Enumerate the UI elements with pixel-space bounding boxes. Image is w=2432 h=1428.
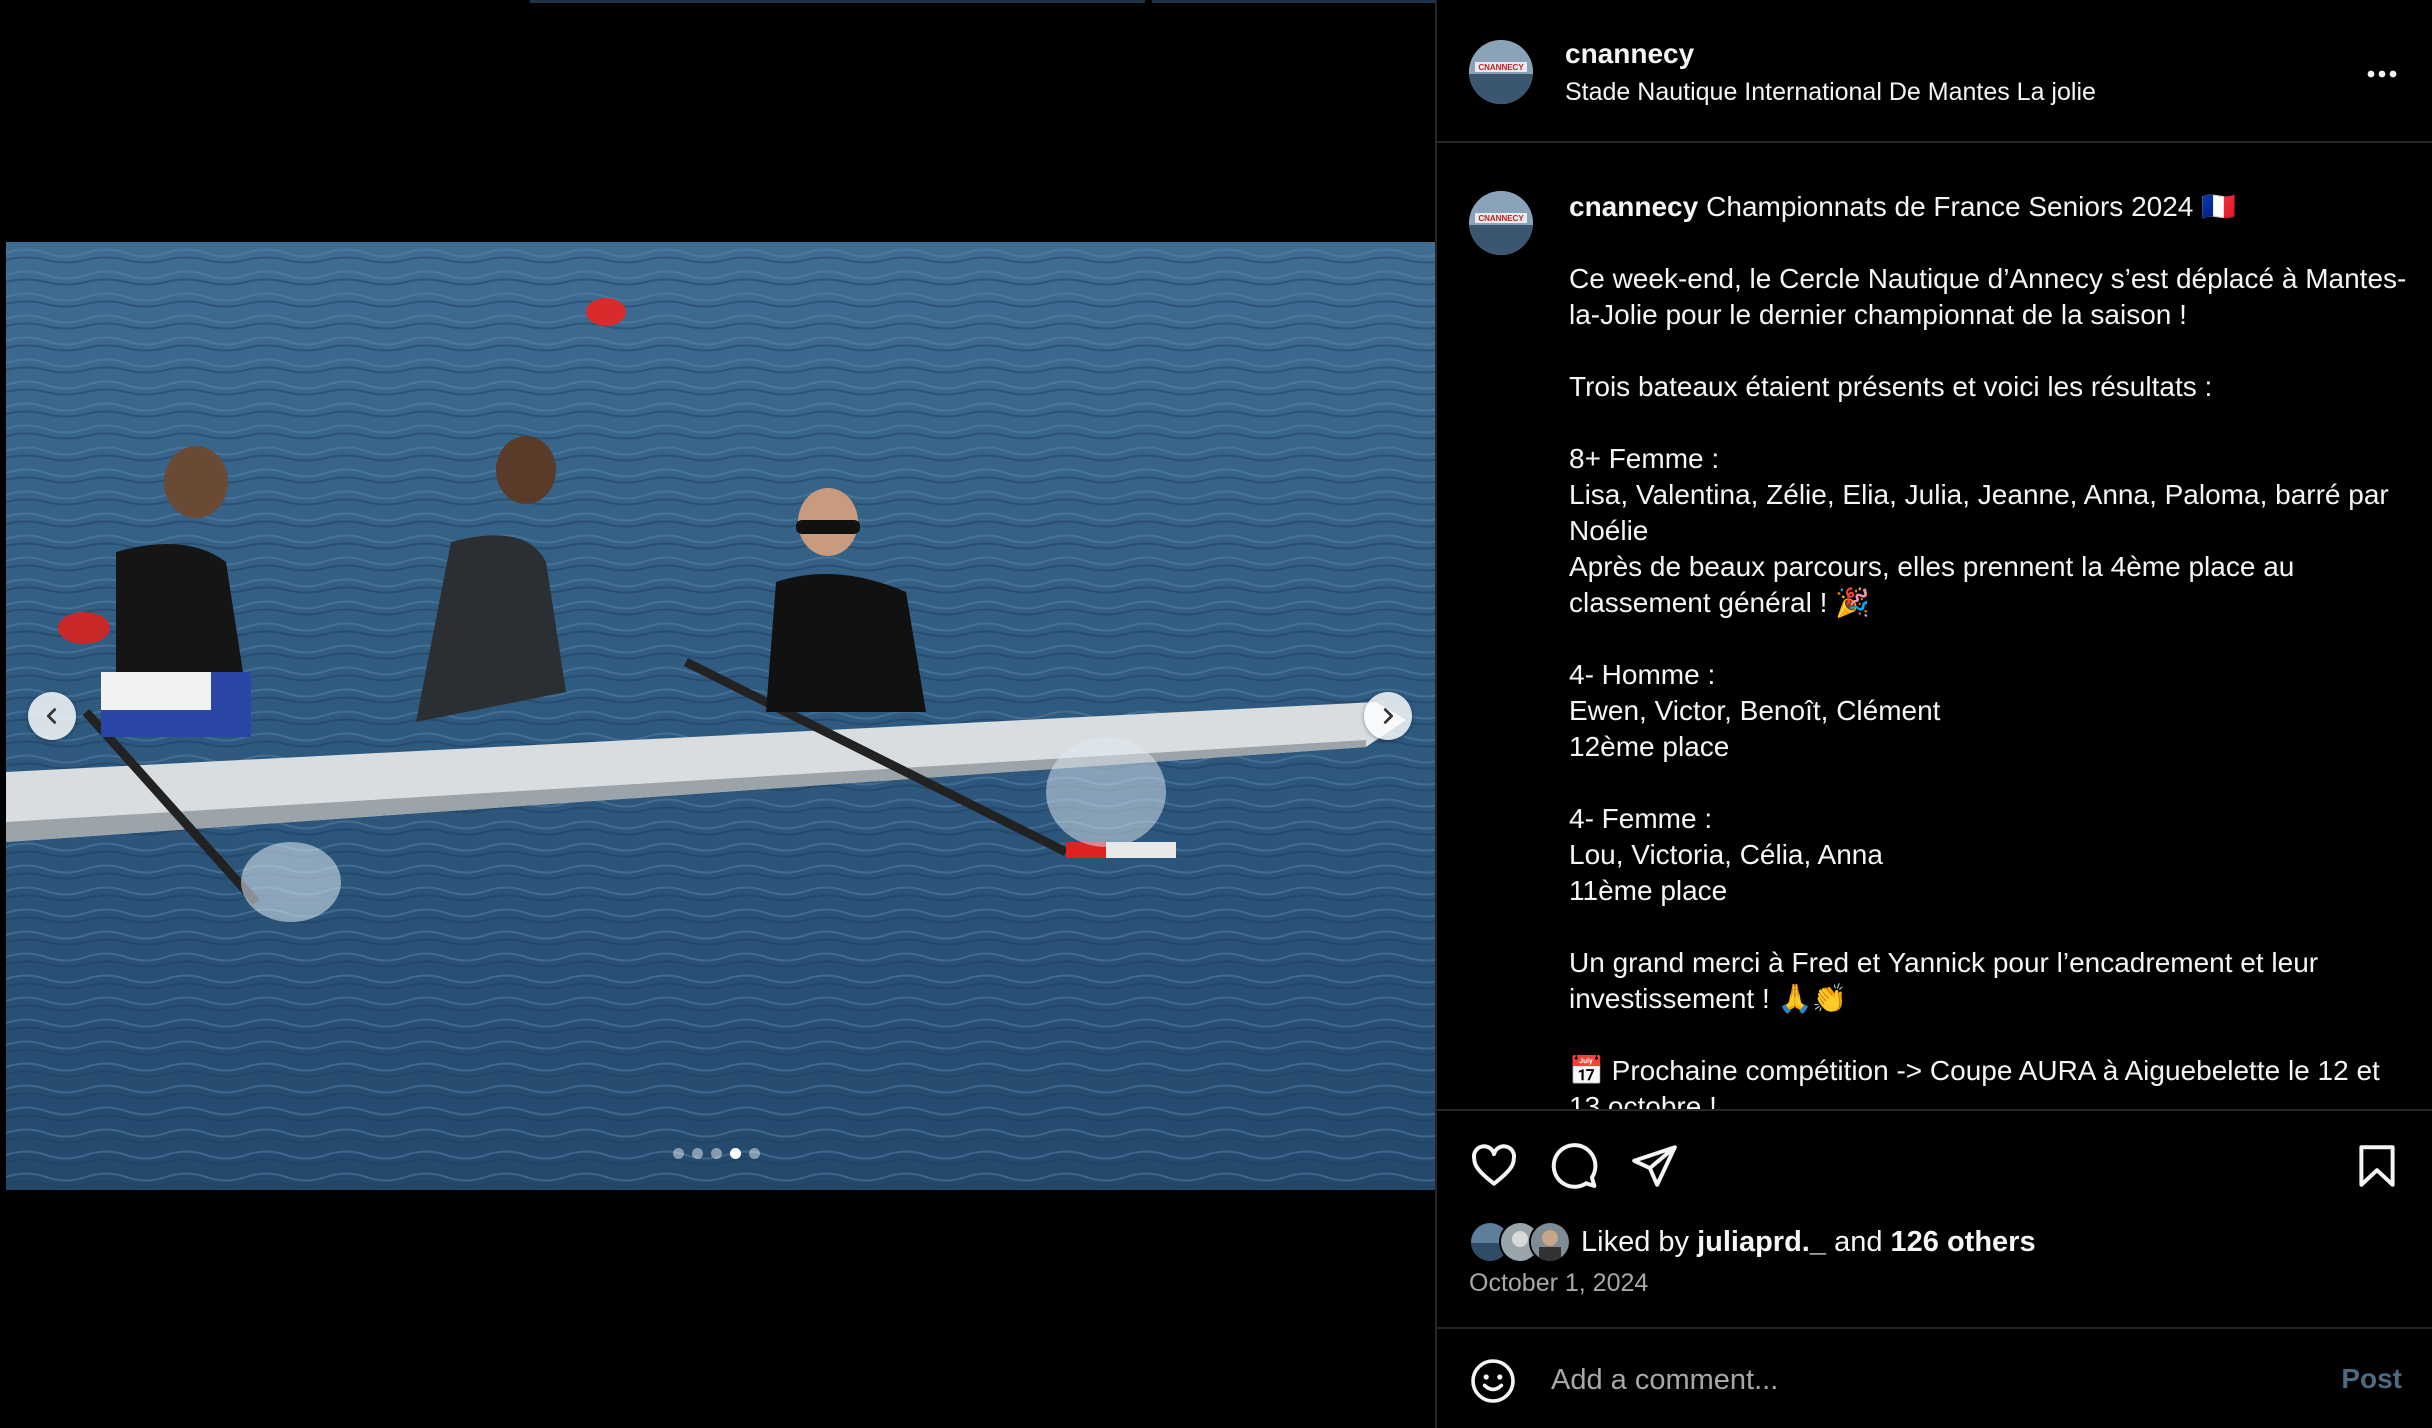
club-logo-avatar: CNANNECY	[1469, 191, 1533, 255]
avatar[interactable]: CNANNECY	[1469, 191, 1533, 255]
svg-text:CNANNECY: CNANNECY	[1478, 214, 1524, 223]
like-button[interactable]	[1469, 1141, 1519, 1191]
slide-dot[interactable]	[749, 1148, 760, 1159]
caption-body: Championnats de France Seniors 2024 🇫🇷 C…	[1569, 191, 2407, 1111]
slide-dot[interactable]	[692, 1148, 703, 1159]
svg-text:CNANNECY: CNANNECY	[1478, 63, 1524, 72]
others-likes-link[interactable]: 126 others	[1891, 1226, 2036, 1258]
post-photo[interactable]	[6, 242, 1435, 1190]
heart-icon	[1471, 1144, 1517, 1186]
more-horizontal-icon[interactable]	[2362, 54, 2402, 94]
avatar[interactable]: CNANNECY	[1469, 40, 1533, 104]
action-bar: Liked by juliaprd._ and 126 others Octob…	[1437, 1111, 2432, 1329]
post-date[interactable]: October 1, 2024	[1469, 1269, 1648, 1298]
share-button[interactable]	[1629, 1141, 1679, 1191]
post-side-panel: CNANNECY cnannecy Stade Nautique Interna…	[1435, 0, 2432, 1428]
liked-by-connector: and	[1834, 1225, 1883, 1258]
likes-summary: Liked by juliaprd._ and 126 others	[1469, 1221, 2036, 1263]
caption-section: CNANNECY cnannecy Championnats de France …	[1437, 143, 2432, 1111]
save-button[interactable]	[2352, 1141, 2402, 1191]
previous-slide-button[interactable]	[28, 692, 76, 740]
location-link[interactable]: Stade Nautique International De Mantes L…	[1565, 78, 2096, 107]
slide-dot[interactable]	[711, 1148, 722, 1159]
comment-input[interactable]	[1549, 1349, 2273, 1411]
slide-dot[interactable]	[673, 1148, 684, 1159]
bookmark-icon	[2359, 1145, 2395, 1187]
liker-avatar	[1529, 1221, 1571, 1263]
post-comment-button[interactable]: Post	[2341, 1363, 2402, 1395]
club-logo-avatar: CNANNECY	[1469, 40, 1533, 104]
comment-icon	[1551, 1143, 1598, 1189]
slide-dot-active[interactable]	[730, 1148, 741, 1159]
chevron-left-icon	[46, 708, 57, 724]
top-edge-strips	[0, 0, 1767, 3]
post-header: CNANNECY cnannecy Stade Nautique Interna…	[1437, 0, 2432, 143]
chevron-right-icon	[1383, 708, 1394, 724]
post-caption: cnannecy Championnats de France Seniors 2…	[1569, 189, 2409, 1111]
send-icon	[1632, 1145, 1677, 1187]
emoji-icon[interactable]	[1469, 1357, 1517, 1405]
media-viewer	[0, 0, 1767, 1428]
comment-bar: Post	[1437, 1327, 2432, 1428]
caption-username[interactable]: cnannecy	[1569, 191, 1698, 222]
liked-by-text: Liked by juliaprd._ and 126 others	[1581, 1226, 2036, 1259]
liker-username-link[interactable]: juliaprd._	[1697, 1226, 1826, 1258]
slide-indicator	[673, 1148, 760, 1159]
comment-button[interactable]	[1549, 1141, 1599, 1191]
header-username[interactable]: cnannecy	[1565, 38, 1694, 70]
next-slide-button[interactable]	[1364, 692, 1412, 740]
liked-by-prefix: Liked by	[1581, 1225, 1690, 1258]
rowing-photo-image	[6, 242, 1435, 1190]
